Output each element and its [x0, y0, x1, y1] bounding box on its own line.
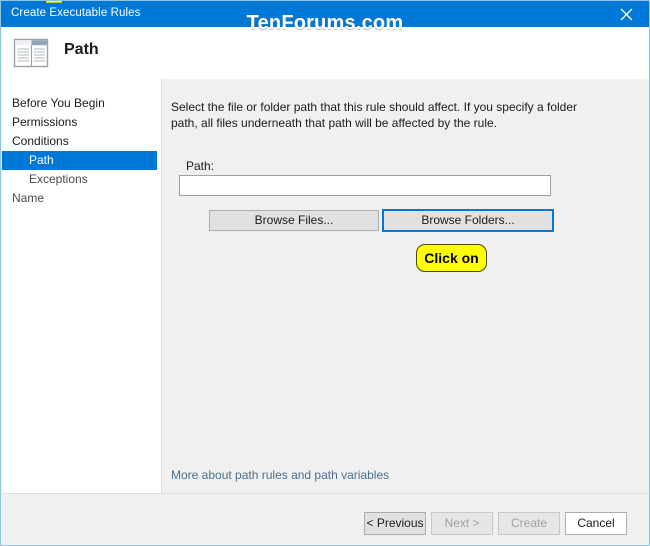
next-button: Next >	[431, 512, 493, 535]
description-text: Select the file or folder path that this…	[171, 100, 578, 130]
click-on-callout: Click on	[416, 244, 487, 272]
callout-label: Click on	[424, 250, 479, 266]
title-bar: Create Executable Rules	[1, 1, 649, 27]
create-button: Create	[498, 512, 560, 535]
sidebar-item-conditions[interactable]: Conditions	[2, 132, 157, 151]
close-icon[interactable]	[604, 1, 649, 27]
page-title: Path	[64, 41, 99, 58]
sidebar-item-label: Exceptions	[29, 172, 88, 186]
previous-button[interactable]: < Previous	[364, 512, 426, 535]
footer-sidebar-pad	[2, 457, 162, 493]
path-input[interactable]	[179, 175, 551, 196]
create-executable-rules-dialog: Create Executable Rules TenForums.com Pa…	[0, 0, 650, 546]
window-title: Create Executable Rules	[11, 7, 141, 19]
browse-files-button[interactable]: Browse Files...	[209, 210, 379, 231]
dialog-button-bar: < Previous Next > Create Cancel	[2, 493, 649, 545]
sidebar-item-label: Before You Begin	[12, 96, 105, 110]
callout-arrow-icon	[43, 1, 65, 3]
path-label: Path:	[186, 159, 215, 173]
sidebar-item-before-you-begin[interactable]: Before You Begin	[2, 94, 157, 113]
sidebar-item-name[interactable]: Name	[2, 189, 157, 208]
sidebar-item-permissions[interactable]: Permissions	[2, 113, 157, 132]
browse-folders-button[interactable]: Browse Folders...	[382, 209, 554, 232]
sidebar-item-label: Conditions	[12, 134, 69, 148]
sidebar-item-label: Path	[29, 153, 54, 167]
sidebar-item-path[interactable]: Path	[2, 151, 157, 170]
page-header: Path	[2, 27, 649, 79]
footer-link-area: More about path rules and path variables	[162, 457, 649, 493]
sidebar-item-exceptions[interactable]: Exceptions	[2, 170, 157, 189]
main-content: Select the file or folder path that this…	[162, 79, 649, 457]
window-panes-icon	[13, 35, 49, 71]
sidebar-item-label: Name	[12, 191, 45, 205]
cancel-button[interactable]: Cancel	[565, 512, 627, 535]
more-about-path-rules-link[interactable]: More about path rules and path variables	[171, 468, 389, 482]
sidebar-item-label: Permissions	[12, 115, 78, 129]
wizard-steps-sidebar: Before You Begin Permissions Conditions …	[2, 79, 162, 457]
